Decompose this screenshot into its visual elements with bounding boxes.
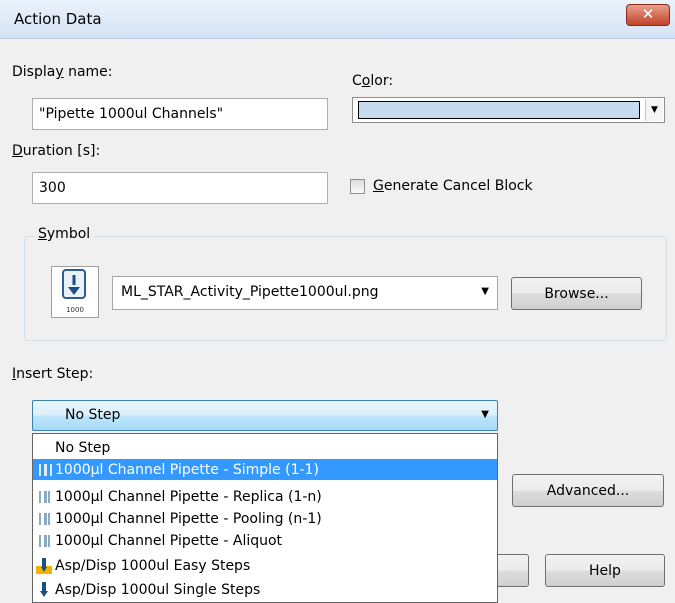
chevron-down-icon[interactable]: ▼ xyxy=(481,286,489,297)
dropdown-option-pooling[interactable]: 1000µl Channel Pipette - Pooling (n-1) xyxy=(33,508,497,529)
symbol-file-value: ML_STAR_Activity_Pipette1000ul.png xyxy=(121,284,379,300)
color-label: Color: xyxy=(352,73,394,89)
symbol-group-title: Symbol xyxy=(34,226,95,242)
option-label: 1000µl Channel Pipette - Simple (1-1) xyxy=(55,461,319,478)
dropdown-option-replica[interactable]: 1000µl Channel Pipette - Replica (1-n) xyxy=(33,486,497,507)
symbol-preview: 1000 xyxy=(51,266,99,318)
dropdown-option-no-step[interactable]: No Step xyxy=(33,437,497,458)
channel-pipette-icon xyxy=(36,533,52,549)
duration-label: Duration [s]: xyxy=(12,143,101,159)
chevron-down-icon[interactable]: ▼ xyxy=(645,99,663,121)
help-button-label: Help xyxy=(589,562,621,579)
option-label: 1000µl Channel Pipette - Pooling (n-1) xyxy=(55,510,322,527)
color-swatch xyxy=(358,101,640,119)
symbol-file-select[interactable]: ML_STAR_Activity_Pipette1000ul.png ▼ xyxy=(112,276,498,310)
symbol-icon-caption: 1000 xyxy=(66,306,84,314)
help-button[interactable]: Help xyxy=(545,554,665,587)
title-bar: Action Data ✕ xyxy=(0,0,675,39)
dropdown-option-simple[interactable]: 1000µl Channel Pipette - Simple (1-1) xyxy=(33,459,497,480)
window-title: Action Data xyxy=(14,10,102,28)
duration-value: 300 xyxy=(39,180,66,196)
dropdown-option-easy-steps[interactable]: Asp/Disp 1000ul Easy Steps xyxy=(33,555,497,576)
pipette-1000-icon: 1000 xyxy=(62,269,86,314)
option-label: No Step xyxy=(55,439,111,456)
option-label: 1000µl Channel Pipette - Replica (1-n) xyxy=(55,488,322,505)
close-icon: ✕ xyxy=(641,5,655,23)
option-label: Asp/Disp 1000ul Single Steps xyxy=(55,581,261,598)
insert-step-select[interactable]: No Step ▼ xyxy=(32,400,498,431)
duration-field[interactable]: 300 xyxy=(32,172,328,204)
option-label: 1000µl Channel Pipette - Aliquot xyxy=(55,532,283,549)
display-name-field[interactable]: "Pipette 1000ul Channels" xyxy=(32,98,328,130)
insert-step-dropdown: No Step 1000µl Channel Pipette - Simple … xyxy=(32,433,498,603)
close-button[interactable]: ✕ xyxy=(626,4,670,26)
advanced-button-label: Advanced... xyxy=(546,482,630,499)
channel-pipette-icon xyxy=(36,511,52,527)
dropdown-option-aliquot[interactable]: 1000µl Channel Pipette - Aliquot xyxy=(33,530,497,551)
advanced-button[interactable]: Advanced... xyxy=(512,474,664,507)
browse-button[interactable]: Browse... xyxy=(511,277,642,310)
dropdown-option-single-steps[interactable]: Asp/Disp 1000ul Single Steps xyxy=(33,579,497,600)
channel-pipette-icon xyxy=(36,462,52,478)
insert-step-value: No Step xyxy=(65,407,121,423)
display-name-value: "Pipette 1000ul Channels" xyxy=(39,106,224,122)
display-name-label: Display name: xyxy=(12,64,113,80)
generate-cancel-block-label[interactable]: Generate Cancel Block xyxy=(373,178,533,194)
insert-step-label: Insert Step: xyxy=(12,366,94,382)
easy-step-icon xyxy=(36,557,52,574)
single-step-icon xyxy=(36,581,52,598)
chevron-down-icon[interactable]: ▼ xyxy=(481,409,489,420)
generate-cancel-block-checkbox[interactable] xyxy=(350,179,365,194)
channel-pipette-icon xyxy=(36,489,52,505)
color-select[interactable]: ▼ xyxy=(352,97,665,123)
option-label: Asp/Disp 1000ul Easy Steps xyxy=(55,557,251,574)
browse-button-label: Browse... xyxy=(544,285,609,302)
